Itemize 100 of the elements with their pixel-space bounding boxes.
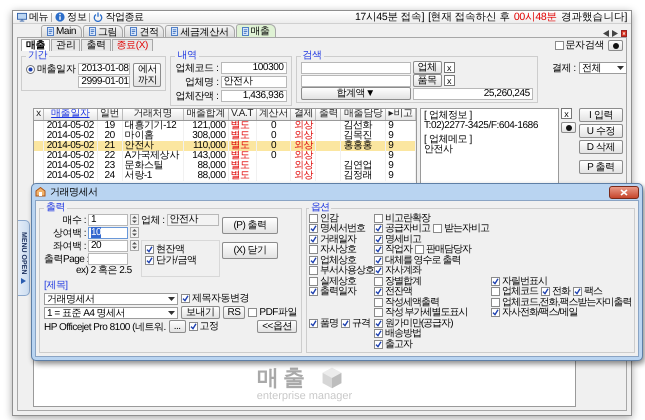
option-checkbox[interactable]: 실제상호 (308, 276, 356, 287)
option-checkbox[interactable]: 판매담당자 (414, 244, 471, 256)
input-field[interactable] (88, 252, 128, 264)
option-checkbox[interactable]: 자릴번표시 (490, 276, 547, 287)
toggle-button[interactable] (608, 40, 623, 51)
option-checkbox[interactable]: 받는자비고 (432, 223, 489, 234)
option-checkbox[interactable]: 인감 (308, 212, 338, 224)
tab[interactable]: Main (41, 25, 82, 37)
tab[interactable]: 매출 (236, 24, 276, 37)
tab[interactable]: 견적 (124, 25, 164, 37)
action-button[interactable]: D 삭제 (579, 140, 623, 154)
input-field[interactable]: 안전사 (220, 76, 287, 88)
tab[interactable]: 관리 (51, 39, 80, 51)
tab[interactable]: 그림 (83, 25, 124, 37)
option-checkbox[interactable]: 명세비고 (374, 234, 421, 245)
column-header[interactable]: 거래처명 (122, 109, 184, 120)
toggle-button[interactable] (561, 122, 576, 133)
radio-button[interactable]: 매출일자 (26, 62, 76, 76)
input-field[interactable]: 1 (88, 214, 128, 226)
spin-button[interactable] (130, 214, 139, 225)
column-header[interactable]: ▸비고 (386, 109, 416, 120)
option-checkbox[interactable]: 품명 (308, 318, 338, 329)
input-field[interactable]: 1,436,936 (220, 90, 287, 102)
option-checkbox[interactable]: 업체코드,전화,팩스받는자미출력 (490, 296, 632, 308)
option-checkbox[interactable]: 부서사용상호 (308, 265, 374, 276)
column-header[interactable]: 결제 (290, 109, 316, 120)
option-checkbox[interactable]: 팩스 (572, 286, 602, 298)
dialog-button[interactable]: (X) 닫기 (222, 242, 278, 259)
option-checkbox[interactable]: 작업자 (374, 244, 412, 256)
close-button[interactable] (609, 186, 639, 198)
search-button[interactable]: 업체 (412, 61, 442, 74)
action-button[interactable]: U 수정 (579, 124, 623, 138)
search-field[interactable] (300, 62, 411, 74)
option-checkbox[interactable]: 장별합계 (374, 276, 421, 287)
toolbar-button[interactable]: 작업종료 (93, 10, 144, 24)
tab[interactable]: 출력 (81, 39, 111, 51)
option-checkbox[interactable]: 전화 (540, 286, 570, 298)
option-checkbox[interactable]: 배송방법 (374, 328, 421, 340)
total-button[interactable]: 합계액▼ (300, 87, 411, 100)
tab[interactable]: 종료(X) (112, 39, 153, 51)
tab[interactable]: 세금계산서 (165, 25, 234, 37)
checkbox[interactable]: 제목자동변경 (181, 293, 249, 304)
option-checkbox[interactable]: 전잔액 (374, 286, 412, 298)
payment-dropdown[interactable]: 전체 (578, 62, 627, 74)
tab[interactable]: 매출 (21, 39, 50, 51)
clear-button[interactable]: x (444, 75, 455, 86)
browse-button[interactable]: ... (168, 320, 186, 333)
table-row[interactable]: 2014-05-02 23 문화스틸 88,000 별도 외상 김연업 9 (34, 160, 416, 170)
checkbox[interactable]: 문자검색 (554, 40, 604, 51)
spin-button[interactable] (130, 227, 139, 238)
table-row[interactable]: 2014-05-02 19 대흥기기-12 121,000 별도 0 외상 김선화 9 (34, 120, 416, 130)
checkbox[interactable]: 고정 (188, 321, 219, 332)
checkbox[interactable]: 현잔액 (145, 244, 216, 255)
close-icon[interactable] (621, 30, 627, 37)
table-row[interactable]: 2014-05-02 22 A가국제상사 143,000 별도 0 외상 9 (34, 150, 416, 160)
next-icon[interactable] (612, 30, 618, 37)
spin-button[interactable] (130, 240, 139, 251)
dialog-button[interactable]: (P) 출력 (222, 217, 278, 234)
table-row[interactable]: 2014-05-02 24 서랑-1 88,000 별도 외상 김정래 9 (34, 170, 416, 180)
option-checkbox[interactable]: 출력일자 (308, 286, 356, 298)
option-checkbox[interactable]: 업체상호 (308, 254, 356, 266)
rs-button[interactable]: RS (222, 306, 246, 319)
option-checkbox[interactable]: 비고란확장 (374, 212, 430, 224)
table-row[interactable]: 2014-05-02 21 안전사 110,000 별도 0 외상 홍홍홍 9 (34, 140, 416, 150)
option-checkbox[interactable]: 자사상호 (308, 244, 356, 256)
column-header[interactable]: V.A.T (228, 109, 256, 120)
range-button[interactable]: 에서 까지 (133, 63, 162, 87)
option-checkbox[interactable]: 원가미만(공급자) (374, 318, 453, 329)
option-checkbox[interactable]: 자사전화/팩스/메일 (490, 307, 578, 318)
input-field[interactable]: 100300 (220, 62, 287, 74)
form-dropdown[interactable]: 1 = 표준 A4 명세서 (44, 306, 178, 318)
option-checkbox[interactable]: 명세서번호 (308, 223, 365, 234)
option-checkbox[interactable]: 자사계좌 (374, 265, 421, 276)
option-checkbox[interactable]: 대체를 영수로 출력 (374, 254, 460, 266)
date-field[interactable]: 2999-01-01 (78, 76, 130, 88)
option-checkbox[interactable]: 거래일자 (308, 234, 356, 245)
input-field[interactable]: 20 (88, 240, 128, 252)
clear-button[interactable]: x (561, 108, 572, 119)
options-button[interactable]: <<옵션 (257, 320, 297, 333)
option-checkbox[interactable]: 공급자비고 (374, 223, 430, 234)
toolbar-button[interactable]: 메뉴 (17, 10, 48, 24)
toolbar-button[interactable]: 정보 (55, 10, 86, 24)
option-checkbox[interactable]: 작성 부가세별도표시 (374, 307, 468, 318)
column-header[interactable]: 계산서 (256, 109, 291, 120)
option-checkbox[interactable]: 작성세액출력 (374, 296, 439, 308)
action-button[interactable]: P 출력 (579, 160, 623, 174)
clear-button[interactable]: x (444, 62, 455, 73)
send-button[interactable]: 보내기 (181, 306, 220, 319)
action-button[interactable]: I 입력 (579, 108, 623, 122)
column-header[interactable]: x (34, 109, 44, 120)
option-checkbox[interactable]: 업체코드 (490, 286, 538, 298)
option-checkbox[interactable]: 출고자 (374, 338, 412, 350)
search-field[interactable] (300, 74, 411, 86)
checkbox[interactable]: PDF파일 (248, 307, 297, 318)
option-checkbox[interactable]: 규격 (340, 318, 370, 329)
checkbox[interactable]: 단가/금액 (145, 255, 216, 266)
date-field[interactable]: 2013-01-08 (78, 63, 130, 75)
company-field[interactable]: 안전사 (166, 214, 219, 226)
input-field[interactable]: 10 (88, 226, 128, 238)
search-button[interactable]: 품목 (412, 74, 442, 87)
